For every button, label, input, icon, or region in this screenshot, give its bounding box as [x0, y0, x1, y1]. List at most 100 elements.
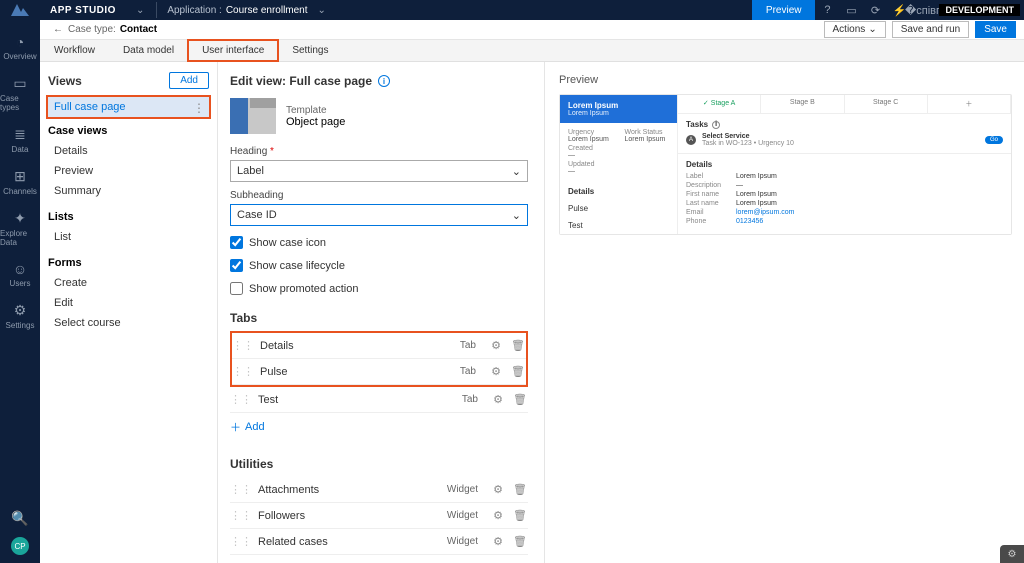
show-case-icon-checkbox[interactable]: Show case icon	[230, 236, 528, 249]
heading-label: Heading *	[230, 146, 528, 157]
preview-frame: Lorem Ipsum Lorem Ipsum UrgencyLorem Ips…	[559, 94, 1012, 235]
rail-case-types[interactable]: ▭Case types	[0, 69, 40, 120]
delete-icon[interactable]: 🗑	[512, 393, 528, 406]
view-details[interactable]: Details	[48, 141, 209, 161]
show-promoted-action-checkbox[interactable]: Show promoted action	[230, 282, 528, 295]
search-icon[interactable]: 🔍	[11, 510, 28, 527]
drag-handle-icon[interactable]: ⋮⋮	[232, 365, 254, 378]
drag-handle-icon[interactable]: ⋮⋮	[230, 535, 252, 548]
view-preview[interactable]: Preview	[48, 161, 209, 181]
tab-row-details[interactable]: ⋮⋮ Details Tab ⚙ 🗑	[232, 333, 526, 359]
rail-data[interactable]: ≣Data	[0, 120, 40, 162]
template-thumbnail[interactable]	[230, 98, 276, 134]
rail-users[interactable]: ☺Users	[0, 255, 40, 296]
tab-data-model[interactable]: Data model	[109, 40, 188, 61]
preview-panel: Preview Lorem Ipsum Lorem Ipsum UrgencyL…	[544, 62, 1024, 563]
rail-explore-data[interactable]: ✦Explore Data	[0, 204, 40, 255]
preview-meta: UrgencyLorem Ipsum Work StatusLorem Ipsu…	[560, 123, 677, 183]
gear-icon[interactable]: ⚙	[490, 483, 506, 496]
preview-details: Details LabelLorem Ipsum Description— Fi…	[678, 154, 1011, 233]
refresh-icon[interactable]: ⟳	[863, 0, 887, 20]
rail-overview[interactable]: ◔Overview	[0, 28, 40, 69]
preview-stage-add[interactable]: ＋	[928, 95, 1011, 113]
section-lists: Lists	[48, 211, 209, 223]
preview-side-nav: Details Pulse Test	[560, 183, 677, 234]
view-item-menu-icon[interactable]: ⋮	[189, 101, 209, 115]
task-avatar-icon: A	[686, 135, 696, 145]
utility-row-followers[interactable]: ⋮⋮ Followers Widget ⚙ 🗑	[230, 503, 528, 529]
gear-icon[interactable]: ⚙	[488, 339, 504, 352]
view-select-course[interactable]: Select course	[48, 313, 209, 333]
info-icon[interactable]: i	[712, 121, 720, 129]
help-icon[interactable]: ?	[815, 0, 839, 20]
drag-handle-icon[interactable]: ⋮⋮	[230, 483, 252, 496]
preview-task-row[interactable]: A Select Service Task in WO-123 • Urgenc…	[686, 133, 1003, 147]
actions-button[interactable]: Actions⌄	[824, 21, 886, 38]
utility-row-related-cases[interactable]: ⋮⋮ Related cases Widget ⚙ 🗑	[230, 529, 528, 555]
utilities-section-title: Utilities	[230, 457, 528, 471]
subheading-select[interactable]: Case ID⌄	[230, 204, 528, 226]
show-case-lifecycle-checkbox[interactable]: Show case lifecycle	[230, 259, 528, 272]
preview-nav-pulse[interactable]: Pulse	[560, 200, 677, 217]
back-button[interactable]: ←	[48, 24, 68, 35]
utility-row-attachments[interactable]: ⋮⋮ Attachments Widget ⚙ 🗑	[230, 477, 528, 503]
view-summary[interactable]: Summary	[48, 181, 209, 201]
view-create[interactable]: Create	[48, 273, 209, 293]
tab-row-test[interactable]: ⋮⋮ Test Tab ⚙ 🗑	[230, 387, 528, 413]
rail-channels[interactable]: ⊞Channels	[0, 162, 40, 204]
preview-stage-a[interactable]: Stage A	[678, 95, 761, 113]
tab-settings[interactable]: Settings	[278, 40, 342, 61]
template-name: Object page	[286, 116, 345, 128]
add-tab-link[interactable]: ＋ Add	[230, 413, 265, 441]
application-chevron-icon[interactable]: ⌄	[308, 5, 336, 16]
gear-icon[interactable]: ⚙	[490, 535, 506, 548]
go-button[interactable]: Go	[985, 136, 1003, 144]
save-and-run-button[interactable]: Save and run	[892, 21, 970, 38]
add-view-button[interactable]: Add	[169, 72, 209, 89]
application-value[interactable]: Course enrollment	[222, 5, 308, 16]
delete-icon[interactable]: 🗑	[512, 509, 528, 522]
save-button[interactable]: Save	[975, 21, 1016, 38]
view-edit[interactable]: Edit	[48, 293, 209, 313]
tab-workflow[interactable]: Workflow	[40, 40, 109, 61]
preview-stage-b[interactable]: Stage B	[761, 95, 844, 113]
gear-icon[interactable]: ⚙	[490, 393, 506, 406]
delete-icon[interactable]: 🗑	[510, 339, 526, 352]
gear-icon[interactable]: ⚙	[490, 509, 506, 522]
preview-nav-details[interactable]: Details	[560, 183, 677, 200]
monitor-icon[interactable]: ▭	[839, 0, 863, 20]
chevron-down-icon: ⌄	[868, 24, 876, 35]
topbar: APP STUDIO ⌄ Application : Course enroll…	[0, 0, 1024, 20]
preview-stage-c[interactable]: Stage C	[845, 95, 928, 113]
case-tabs: Workflow Data model User interface Setti…	[40, 40, 1024, 62]
rail-settings[interactable]: ⚙Settings	[0, 296, 40, 338]
preview-button[interactable]: Preview	[752, 0, 816, 20]
drag-handle-icon[interactable]: ⋮⋮	[230, 509, 252, 522]
editor-panel: Edit view: Full case page i Template Obj…	[218, 62, 544, 563]
delete-icon[interactable]: 🗑	[510, 365, 526, 378]
info-icon[interactable]: i	[378, 75, 390, 87]
settings-icon: ⚙	[14, 302, 27, 319]
app-switcher-chevron-icon[interactable]: ⌄	[126, 5, 154, 16]
delete-icon[interactable]: 🗑	[512, 535, 528, 548]
drag-handle-icon[interactable]: ⋮⋮	[230, 393, 252, 406]
gear-icon[interactable]: ⚙	[488, 365, 504, 378]
case-types-icon: ▭	[13, 75, 26, 92]
share-icon[interactable]: �співп	[911, 0, 935, 20]
delete-icon[interactable]: 🗑	[512, 483, 528, 496]
heading-select[interactable]: Label⌄	[230, 160, 528, 182]
tab-row-pulse[interactable]: ⋮⋮ Pulse Tab ⚙ 🗑	[232, 359, 526, 385]
preview-nav-test[interactable]: Test	[560, 217, 677, 234]
add-utility-link[interactable]: ＋ Add	[230, 555, 265, 563]
avatar[interactable]: CP	[11, 537, 29, 555]
footer-gear-icon[interactable]: ⚙	[1000, 545, 1024, 563]
view-list[interactable]: List	[48, 227, 209, 247]
template-label: Template	[286, 105, 345, 116]
case-bar: ← Case type: Contact Actions⌄ Save and r…	[40, 20, 1024, 40]
left-rail: ◔Overview ▭Case types ≣Data ⊞Channels ✦E…	[0, 20, 40, 563]
pega-logo[interactable]	[0, 0, 40, 20]
tab-user-interface[interactable]: User interface	[188, 40, 278, 61]
drag-handle-icon[interactable]: ⋮⋮	[232, 339, 254, 352]
case-type-value: Contact	[116, 24, 157, 35]
main: Views Add Full case page ⋮ Case views De…	[40, 62, 1024, 563]
